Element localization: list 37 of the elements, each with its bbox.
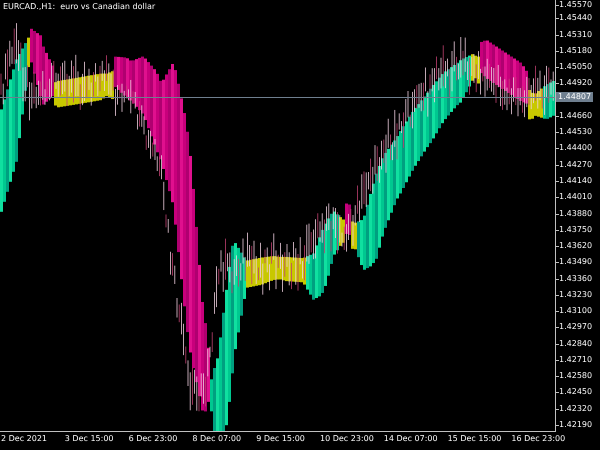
price-label: 1.43880: [559, 208, 592, 218]
current-price-label: 1.44807: [556, 92, 594, 102]
time-label: 9 Dec 15:00: [256, 434, 305, 443]
time-label: 8 Dec 07:00: [192, 434, 242, 443]
price-label: 1.45570: [559, 0, 592, 10]
price-label: 1.44010: [559, 192, 592, 202]
price-label: 1.44270: [559, 160, 592, 170]
time-label: 6 Dec 23:00: [128, 434, 178, 443]
time-label: 16 Dec 23:00: [511, 434, 566, 443]
price-label: 1.42320: [559, 404, 592, 414]
price-label: 1.44140: [559, 176, 592, 186]
price-label: 1.42190: [559, 420, 592, 430]
price-label: 1.42580: [559, 371, 592, 382]
price-label: 1.43490: [559, 257, 592, 268]
price-label: 1.45310: [559, 30, 592, 40]
price-label: 1.42840: [559, 338, 592, 349]
price-label: 1.45050: [559, 62, 592, 72]
price-label: 1.45180: [559, 46, 592, 56]
price-label: 1.44400: [559, 143, 592, 154]
price-label: 1.43230: [559, 290, 592, 300]
chart-title: EURCAD.,H1: euro vs Canadian dollar: [3, 2, 156, 11]
price-label: 1.43750: [559, 224, 592, 235]
price-label: 1.45440: [559, 13, 592, 24]
time-label: 14 Dec 07:00: [384, 434, 438, 443]
price-label: 1.44530: [559, 127, 592, 138]
price-label: 1.42970: [559, 322, 592, 332]
time-label: 15 Dec 15:00: [448, 434, 502, 443]
price-label: 1.43360: [559, 274, 592, 284]
price-label: 1.42450: [559, 387, 592, 398]
price-label: 1.43620: [559, 241, 592, 252]
price-label: 1.44660: [559, 110, 592, 121]
time-label: 10 Dec 23:00: [320, 434, 374, 443]
price-label: 1.43100: [559, 306, 592, 316]
time-label: 3 Dec 15:00: [64, 434, 114, 443]
time-label: 2 Dec 2021: [1, 434, 48, 443]
price-label: 1.42710: [559, 354, 592, 365]
price-label: 1.44920: [559, 78, 592, 88]
